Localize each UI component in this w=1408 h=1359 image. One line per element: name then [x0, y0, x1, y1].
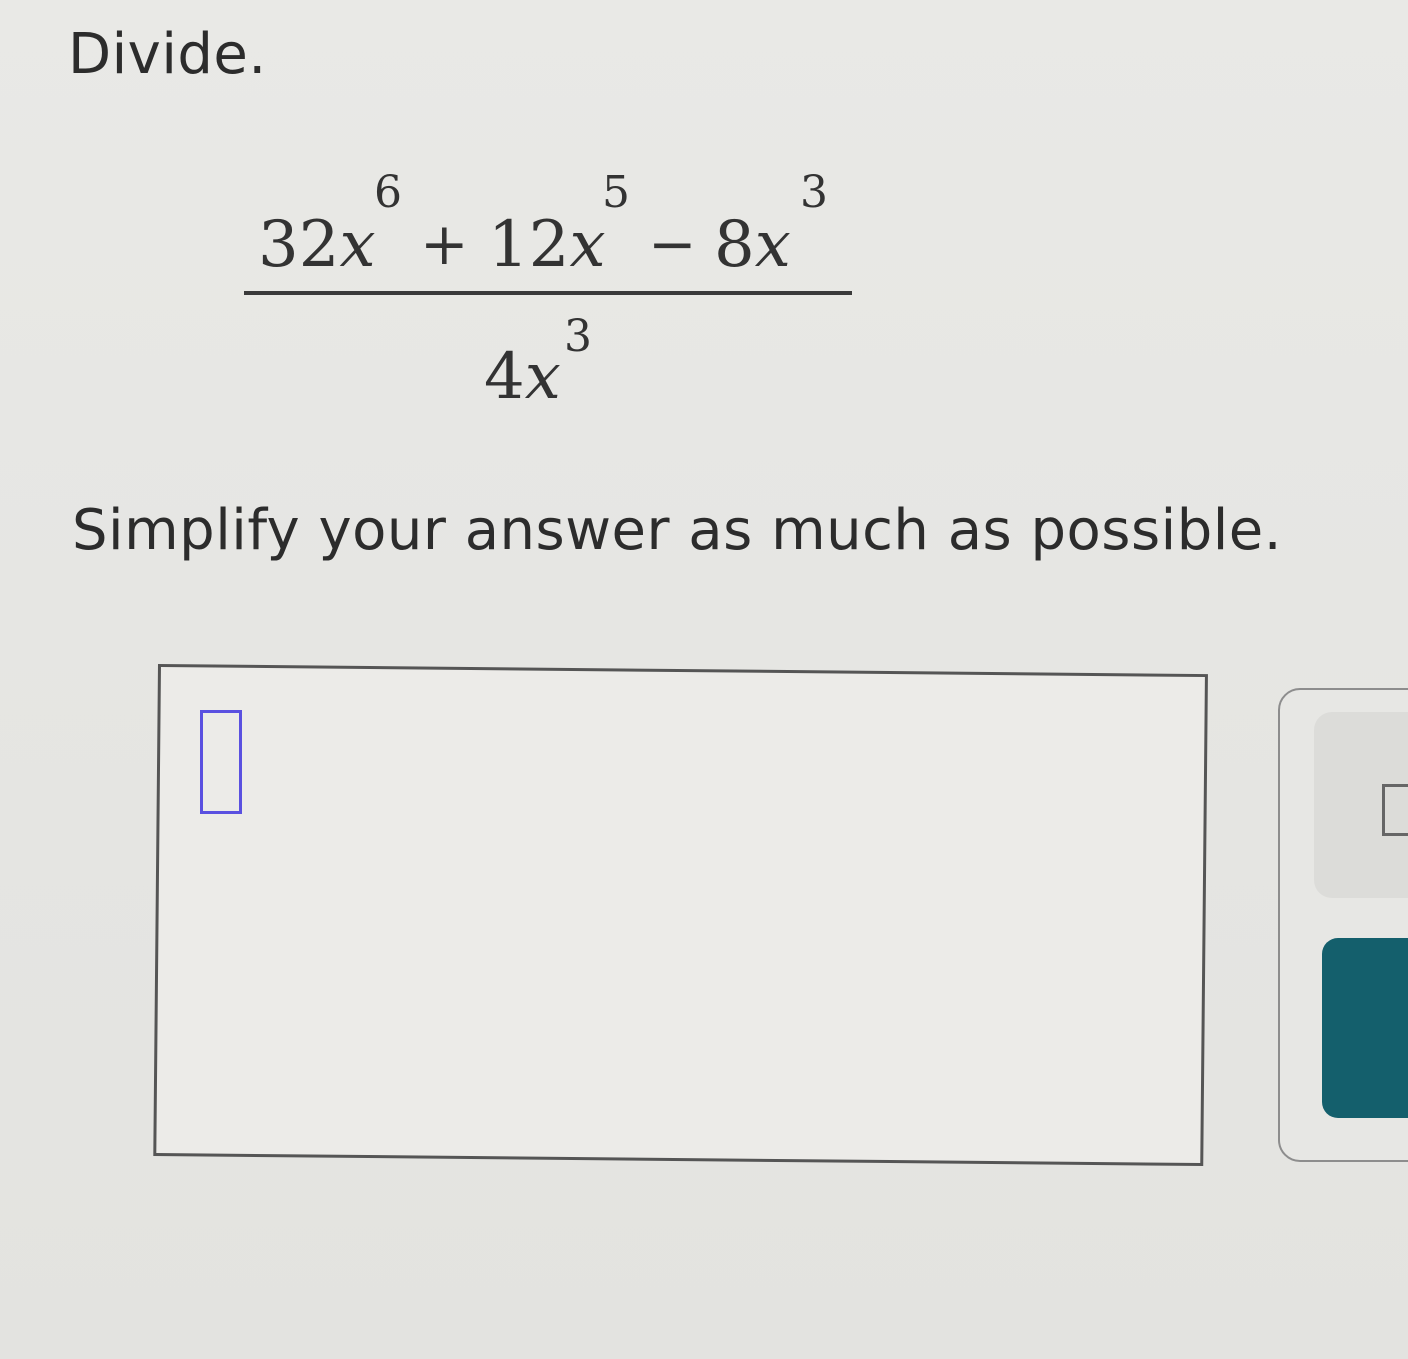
answer-input-cursor-box[interactable] [200, 710, 242, 814]
term-3-variable: x [754, 208, 791, 282]
term-3-exponent: 3 [800, 167, 828, 218]
minus-operator: − [648, 210, 697, 278]
instruction-text: Divide. [68, 22, 267, 87]
denominator-coefficient: 4 [484, 340, 525, 414]
simplify-instruction: Simplify your answer as much as possible… [72, 498, 1283, 563]
term-2-variable: x [569, 208, 606, 282]
term-1-exponent: 6 [374, 167, 402, 218]
term-3-coefficient: 8 [714, 208, 755, 282]
plus-operator: + [420, 210, 469, 278]
rational-expression: 32x 6 + 12x 5 − 8x 3 4x 3 [244, 165, 856, 425]
numerator-term-3: 8x [714, 213, 791, 277]
fraction-bar [244, 291, 852, 295]
exponent-template-icon [1382, 784, 1408, 836]
question-page: Divide. 32x 6 + 12x 5 − 8x 3 4x 3 Simpli… [0, 0, 1408, 1359]
term-1-coefficient: 32 [258, 208, 340, 282]
denominator-exponent: 3 [564, 311, 592, 362]
term-2-exponent: 5 [602, 167, 630, 218]
term-2-coefficient: 12 [488, 208, 570, 282]
denominator-variable: x [524, 340, 561, 414]
denominator-term: 4x [484, 345, 561, 409]
term-1-variable: x [339, 208, 376, 282]
numerator-term-1: 32x [258, 213, 376, 277]
answer-input-area[interactable] [153, 664, 1208, 1167]
numerator-term-2: 12x [488, 213, 606, 277]
action-button[interactable] [1322, 938, 1408, 1118]
